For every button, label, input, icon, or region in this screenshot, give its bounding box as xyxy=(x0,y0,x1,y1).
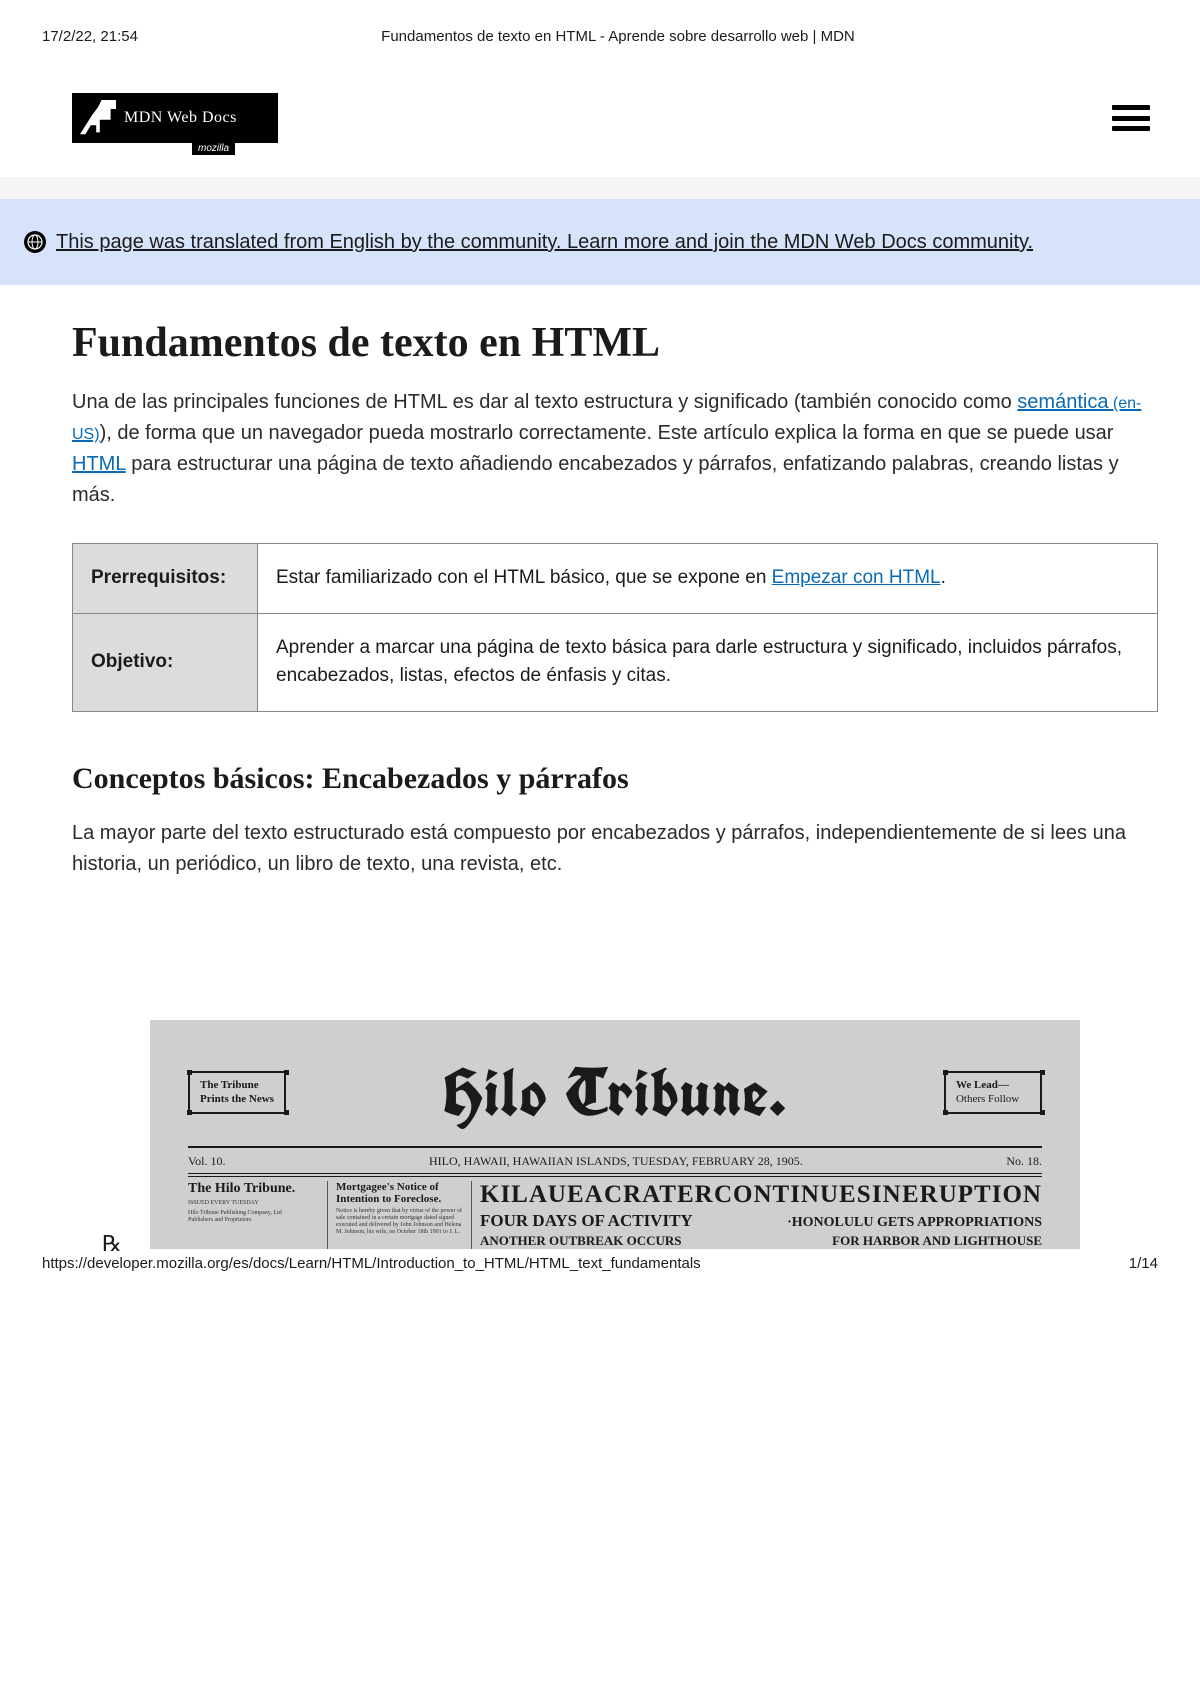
logo-sub: mozilla xyxy=(192,142,235,155)
np-badge-right: We Lead— Others Follow xyxy=(944,1071,1042,1115)
footer-page-num: 1/14 xyxy=(1129,1255,1158,1272)
section-paragraph: La mayor parte del texto estructurado es… xyxy=(72,818,1158,880)
np-badge-left: The Tribune Prints the News xyxy=(188,1071,286,1115)
np-foot-glyph: ℞ xyxy=(102,1231,122,1257)
objective-value: Aprender a marcar una página de texto bá… xyxy=(258,613,1158,711)
link-html[interactable]: HTML xyxy=(72,453,126,475)
np-dateline: Vol. 10. HILO, HAWAII, HAWAIIAN ISLANDS,… xyxy=(188,1152,1042,1171)
page-title: Fundamentos de texto en HTML xyxy=(72,319,1158,367)
section-heading: Conceptos básicos: Encabezados y párrafo… xyxy=(72,762,1158,796)
objective-label: Objetivo: xyxy=(73,613,258,711)
mdn-logo[interactable]: MDN Web Docs mozilla xyxy=(72,93,278,143)
banner-gray xyxy=(0,177,1200,199)
print-timestamp: 17/2/22, 21:54 xyxy=(42,28,138,45)
prereq-value: Estar familiarizado con el HTML básico, … xyxy=(258,544,1158,614)
table-row: Objetivo: Aprender a marcar una página d… xyxy=(73,613,1158,711)
globe-icon xyxy=(24,231,46,253)
np-masthead: Hilo Tribune. xyxy=(443,1050,786,1136)
link-empezar-html[interactable]: Empezar con HTML xyxy=(772,567,941,588)
np-headline: KILAUEA CRATER CONTINUES IN ERUPTION xyxy=(480,1181,1042,1209)
newspaper-image: The Tribune Prints the News Hilo Tribune… xyxy=(150,1020,1080,1249)
print-footer: https://developer.mozilla.org/es/docs/Le… xyxy=(0,1249,1200,1282)
site-header: MDN Web Docs mozilla xyxy=(72,93,1158,143)
intro-paragraph: Una de las principales funciones de HTML… xyxy=(72,387,1158,511)
print-header: 17/2/22, 21:54 Fundamentos de texto en H… xyxy=(0,0,1200,53)
prereq-table: Prerrequisitos: Estar familiarizado con … xyxy=(72,543,1158,712)
print-doc-title: Fundamentos de texto en HTML - Aprende s… xyxy=(381,28,855,45)
logo-text: MDN Web Docs xyxy=(124,109,237,127)
dino-icon xyxy=(80,100,116,136)
table-row: Prerrequisitos: Estar familiarizado con … xyxy=(73,544,1158,614)
footer-url: https://developer.mozilla.org/es/docs/Le… xyxy=(42,1255,701,1272)
translation-banner-link[interactable]: This page was translated from English by… xyxy=(56,227,1033,257)
prereq-label: Prerrequisitos: xyxy=(73,544,258,614)
menu-icon[interactable] xyxy=(1112,105,1150,131)
translation-banner: This page was translated from English by… xyxy=(0,199,1200,285)
